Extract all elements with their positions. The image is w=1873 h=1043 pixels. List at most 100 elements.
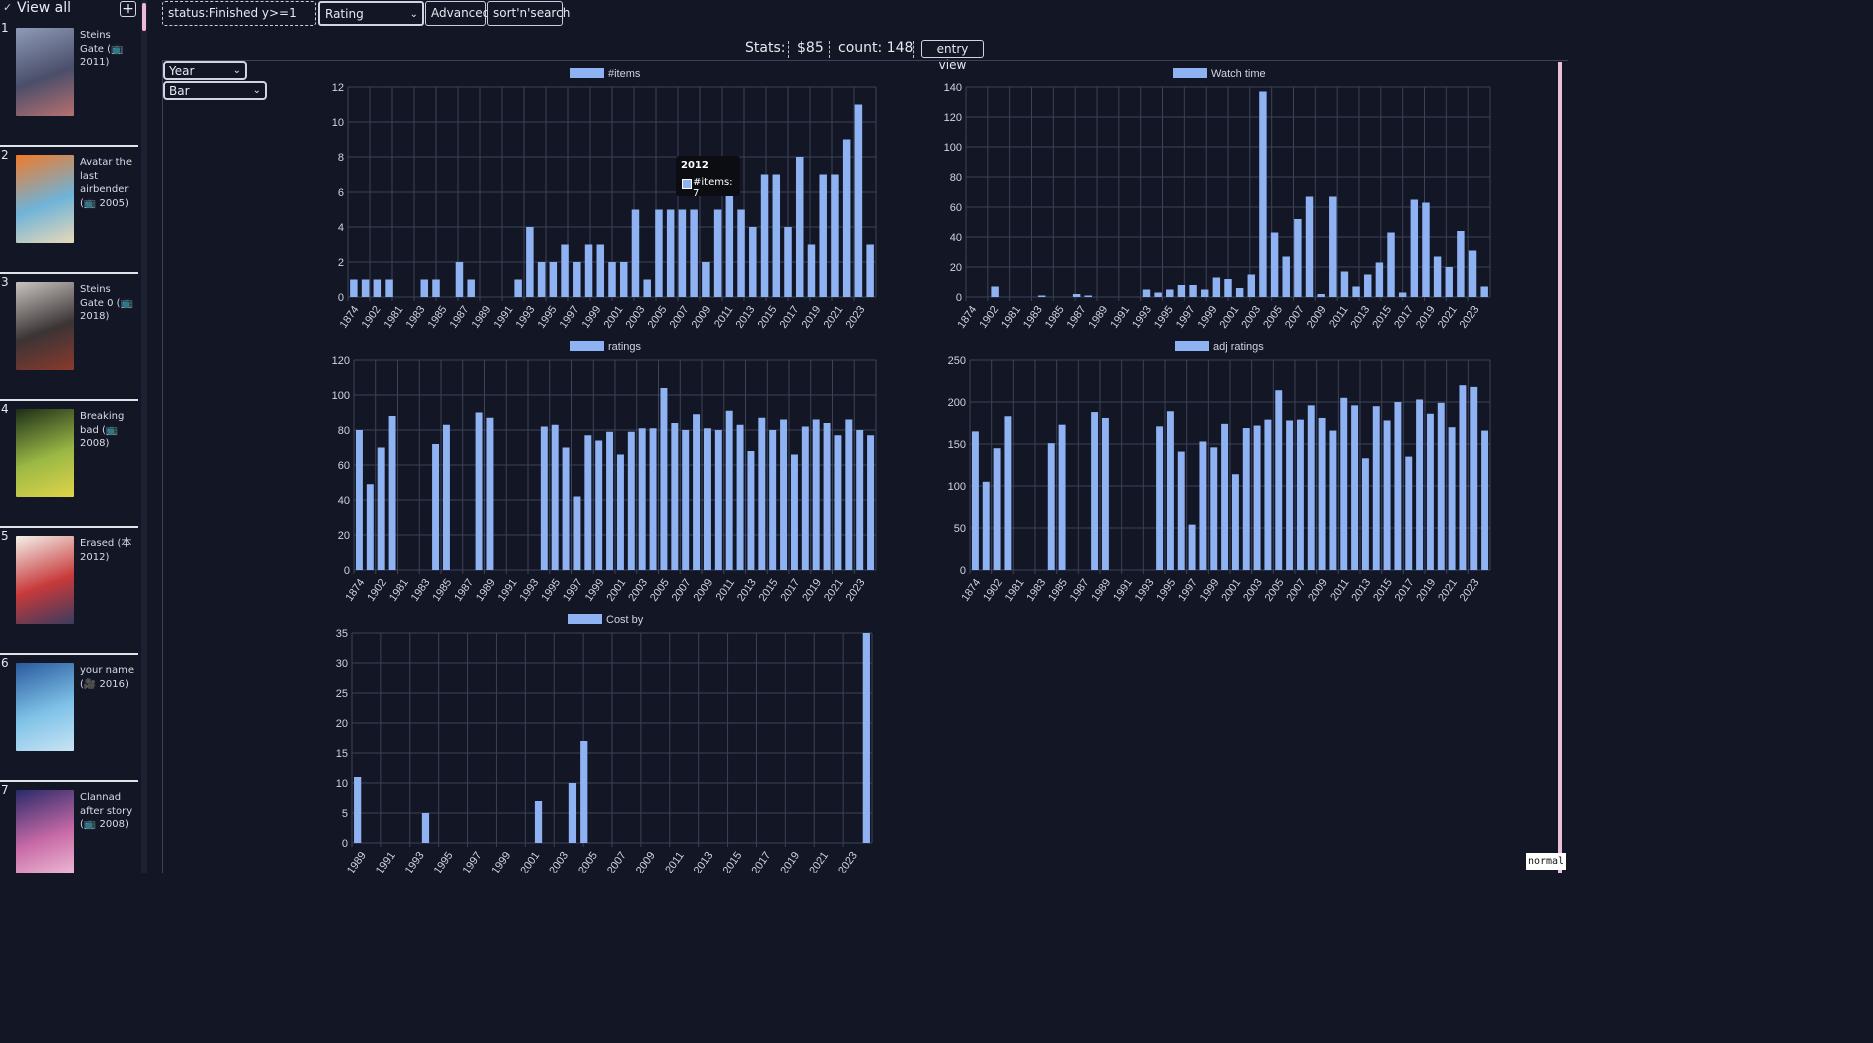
- x-tick-label: 1997: [1176, 577, 1200, 604]
- x-tick-label: 2005: [1263, 577, 1287, 604]
- y-tick-label: 8: [338, 152, 344, 164]
- x-tick-label: 1995: [539, 577, 563, 604]
- x-tick-label: 2019: [1414, 304, 1438, 331]
- bar: [660, 388, 668, 570]
- legend-swatch: [570, 341, 604, 351]
- legend-label: Watch time: [1211, 68, 1266, 80]
- bar: [388, 416, 396, 570]
- x-tick-label: 2005: [648, 577, 672, 604]
- y-tick-label: 0: [342, 838, 348, 850]
- x-tick-label: 2015: [757, 577, 781, 604]
- legend-swatch: [568, 614, 602, 624]
- x-tick-label: 2015: [1370, 304, 1394, 331]
- bar: [1352, 286, 1360, 297]
- x-tick-label: 1995: [1152, 304, 1176, 331]
- x-tick-label: 2009: [1306, 577, 1330, 604]
- bar: [1405, 456, 1413, 570]
- bar: [760, 174, 769, 297]
- bar: [606, 431, 614, 570]
- bar: [1142, 289, 1151, 297]
- x-tick-label: 1983: [1021, 304, 1045, 331]
- bar: [1437, 402, 1445, 570]
- x-tick-label: 2013: [692, 850, 716, 873]
- bar: [573, 262, 581, 297]
- tooltip-title: 2012: [681, 160, 709, 171]
- bar: [1422, 202, 1430, 297]
- x-tick-label: 1997: [561, 577, 585, 604]
- x-tick-label: 2021: [822, 304, 846, 331]
- bar: [807, 244, 816, 297]
- bar: [671, 423, 679, 570]
- bar: [354, 777, 362, 843]
- bar: [790, 454, 798, 570]
- x-tick-label: 1989: [470, 304, 494, 331]
- bar: [812, 419, 820, 570]
- bar: [1242, 428, 1250, 570]
- bar: [682, 430, 690, 570]
- x-tick-label: 1995: [536, 304, 560, 331]
- x-tick-label: 2021: [1436, 577, 1460, 604]
- x-tick-label: 1983: [409, 577, 433, 604]
- bar: [377, 447, 385, 570]
- legend-label: adj ratings: [1213, 341, 1264, 353]
- bar: [862, 633, 870, 843]
- bar: [655, 209, 663, 297]
- bar: [784, 227, 792, 297]
- bar: [1004, 416, 1012, 570]
- y-tick-label: 35: [336, 628, 348, 640]
- x-tick-label: 2003: [547, 850, 571, 873]
- x-tick-label: 2023: [844, 304, 868, 331]
- y-tick-label: 40: [950, 232, 962, 244]
- bar: [1470, 386, 1478, 570]
- bar: [834, 435, 842, 570]
- x-tick-label: 1999: [580, 304, 604, 331]
- x-tick-label: 1987: [1068, 577, 1092, 604]
- x-tick-label: 2015: [756, 304, 780, 331]
- bar: [1199, 441, 1207, 570]
- x-tick-label: 1989: [474, 577, 498, 604]
- x-tick-label: 2011: [714, 577, 737, 603]
- bar: [856, 430, 864, 570]
- x-tick-label: 2023: [836, 850, 860, 873]
- bar: [769, 430, 777, 570]
- x-tick-label: 1874: [338, 304, 362, 331]
- y-tick-label: 5: [342, 808, 348, 820]
- x-tick-label: 1991: [492, 304, 516, 331]
- bar: [432, 279, 440, 297]
- bar: [385, 279, 393, 297]
- x-tick-label: 1993: [403, 850, 427, 873]
- x-tick-label: 2001: [602, 304, 626, 331]
- bar: [475, 412, 483, 570]
- bar: [854, 104, 863, 297]
- panel-scrollbar[interactable]: [1558, 62, 1562, 873]
- bar: [1259, 91, 1267, 297]
- bar: [1037, 295, 1046, 297]
- bar: [1383, 420, 1391, 570]
- tooltip-value: #items: 7: [693, 177, 733, 199]
- bar: [1364, 274, 1372, 297]
- bar: [608, 262, 616, 297]
- bar: [982, 481, 990, 570]
- bar: [432, 444, 440, 570]
- x-tick-label: 2019: [800, 304, 824, 331]
- y-tick-label: 100: [332, 390, 350, 402]
- x-tick-label: 2005: [646, 304, 670, 331]
- y-tick-label: 80: [338, 425, 350, 437]
- bar: [350, 279, 358, 297]
- bar: [561, 244, 569, 297]
- bar: [819, 174, 827, 297]
- bar: [1329, 196, 1337, 297]
- x-tick-label: 1993: [1133, 577, 1157, 604]
- bar: [749, 227, 757, 297]
- bar: [649, 428, 657, 570]
- legend-label: ratings: [608, 341, 642, 353]
- bar: [1047, 443, 1055, 570]
- bar: [361, 279, 370, 297]
- bar: [801, 426, 809, 570]
- x-tick-label: 2011: [663, 850, 686, 873]
- x-tick-label: 1999: [1198, 577, 1222, 604]
- y-tick-label: 140: [944, 82, 962, 94]
- x-tick-label: 1981: [382, 304, 406, 331]
- legend-swatch: [1175, 341, 1209, 351]
- x-tick-label: 1991: [374, 850, 398, 873]
